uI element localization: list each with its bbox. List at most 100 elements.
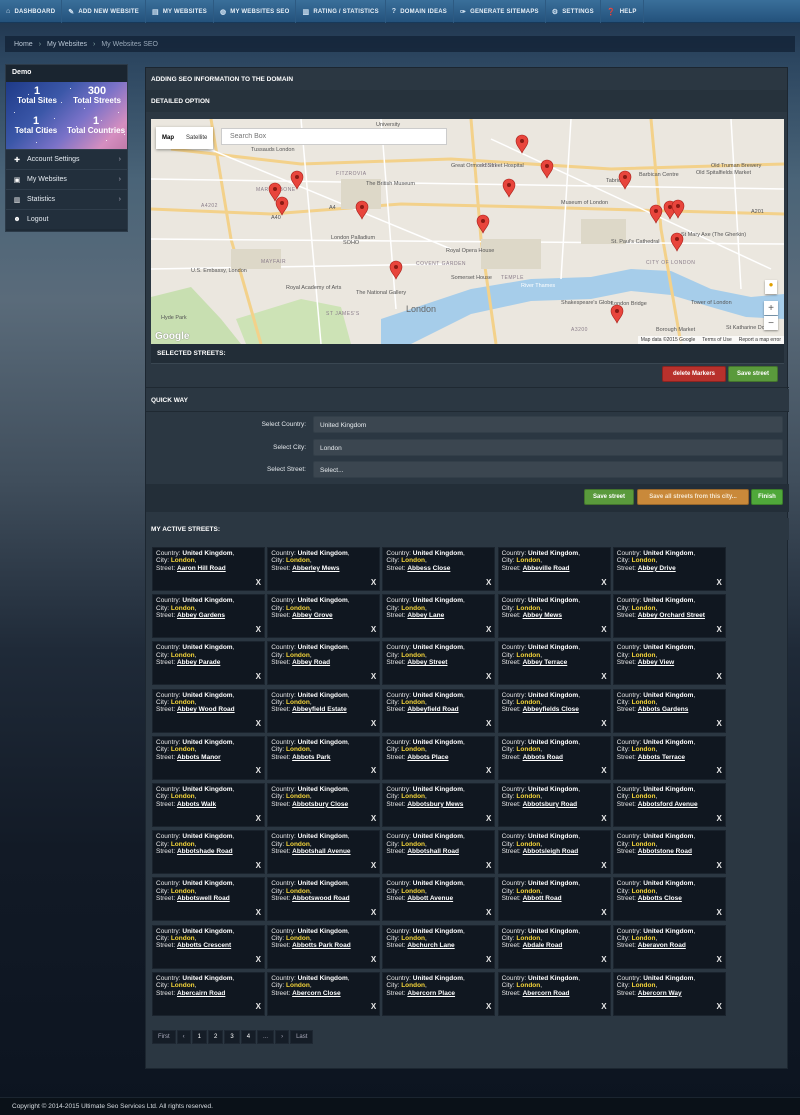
street-link[interactable]: Abbots Gardens: [638, 706, 689, 713]
sidebar-item-statistics[interactable]: ▥ Statistics ›: [6, 189, 127, 209]
map-search-input[interactable]: [221, 128, 447, 145]
remove-street-button[interactable]: X: [716, 672, 721, 680]
pagination-item[interactable]: ...: [257, 1030, 275, 1044]
remove-street-button[interactable]: X: [371, 625, 376, 633]
map[interactable]: University Tussauds London FITZROVIA Great …: [151, 119, 784, 344]
remove-street-button[interactable]: X: [256, 767, 261, 775]
street-view-pegman-icon[interactable]: ●: [765, 280, 777, 294]
sidebar-item-account-settings[interactable]: ✚ Account Settings ›: [6, 149, 127, 169]
remove-street-button[interactable]: X: [371, 1003, 376, 1011]
nav-item-rating-statistics[interactable]: ▥ RATING / STATISTICS: [296, 0, 386, 23]
street-link[interactable]: Abchurch Lane: [407, 942, 454, 949]
remove-street-button[interactable]: X: [256, 578, 261, 586]
street-link[interactable]: Aaron Hill Road: [177, 565, 226, 572]
street-link[interactable]: Abbots Manor: [177, 754, 221, 761]
remove-street-button[interactable]: X: [486, 908, 491, 916]
street-link[interactable]: Abbotstone Road: [638, 848, 692, 855]
street-link[interactable]: Abbott Road: [523, 895, 562, 902]
delete-markers-button[interactable]: delete Markers: [662, 366, 726, 382]
street-link[interactable]: Abbotts Crescent: [177, 942, 231, 949]
street-link[interactable]: Abbey Lane: [407, 612, 444, 619]
remove-street-button[interactable]: X: [601, 672, 606, 680]
breadcrumb-home[interactable]: Home: [14, 41, 33, 48]
street-link[interactable]: Abbey Street: [407, 659, 447, 666]
nav-item-my-websites[interactable]: ▤ MY WEBSITES: [146, 0, 214, 23]
street-link[interactable]: Abdale Road: [523, 942, 563, 949]
remove-street-button[interactable]: X: [256, 672, 261, 680]
street-link[interactable]: Abbey Parade: [177, 659, 220, 666]
street-link[interactable]: Abbeyfield Road: [407, 706, 458, 713]
pagination-item[interactable]: 1: [191, 1030, 208, 1044]
sidebar-item-logout[interactable]: ☻ Logout: [6, 209, 127, 229]
save-street-button[interactable]: Save street: [584, 489, 634, 505]
map-report-link[interactable]: Report a map error: [739, 337, 781, 343]
remove-street-button[interactable]: X: [256, 719, 261, 727]
remove-street-button[interactable]: X: [256, 908, 261, 916]
street-link[interactable]: Abbey View: [638, 659, 674, 666]
street-link[interactable]: Abbots Park: [292, 754, 330, 761]
remove-street-button[interactable]: X: [601, 578, 606, 586]
street-link[interactable]: Abbott Avenue: [407, 895, 453, 902]
remove-street-button[interactable]: X: [371, 719, 376, 727]
street-link[interactable]: Abbotshall Avenue: [292, 848, 350, 855]
street-link[interactable]: Abercorn Way: [638, 990, 682, 997]
pagination-item[interactable]: Last: [290, 1030, 314, 1044]
pagination-item[interactable]: 3: [224, 1030, 240, 1044]
remove-street-button[interactable]: X: [371, 672, 376, 680]
street-link[interactable]: Abbey Grove: [292, 612, 332, 619]
remove-street-button[interactable]: X: [716, 625, 721, 633]
remove-street-button[interactable]: X: [716, 908, 721, 916]
street-link[interactable]: Abbotshall Road: [407, 848, 459, 855]
street-link[interactable]: Abercorn Place: [407, 990, 455, 997]
pagination-item[interactable]: 2: [208, 1030, 224, 1044]
remove-street-button[interactable]: X: [486, 861, 491, 869]
remove-street-button[interactable]: X: [486, 1003, 491, 1011]
nav-item-settings[interactable]: ⚙ SETTINGS: [546, 0, 601, 23]
country-select[interactable]: United Kingdom: [313, 416, 783, 433]
remove-street-button[interactable]: X: [716, 767, 721, 775]
map-type-map[interactable]: Map: [156, 127, 180, 149]
remove-street-button[interactable]: X: [256, 1003, 261, 1011]
nav-item-dashboard[interactable]: ⌂ DASHBOARD: [0, 0, 63, 23]
street-link[interactable]: Abbots Walk: [177, 801, 216, 808]
zoom-in-button[interactable]: +: [764, 301, 778, 315]
remove-street-button[interactable]: X: [601, 719, 606, 727]
street-link[interactable]: Abbots Terrace: [638, 754, 685, 761]
pagination-item[interactable]: ›: [275, 1030, 290, 1044]
street-link[interactable]: Abberley Mews: [292, 565, 339, 572]
street-link[interactable]: Abbey Terrace: [523, 659, 568, 666]
remove-street-button[interactable]: X: [486, 672, 491, 680]
street-link[interactable]: Abbotswell Road: [177, 895, 230, 902]
street-link[interactable]: Abbess Close: [407, 565, 450, 572]
remove-street-button[interactable]: X: [486, 625, 491, 633]
street-link[interactable]: Abercorn Road: [523, 990, 570, 997]
street-link[interactable]: Abbotshade Road: [177, 848, 233, 855]
street-link[interactable]: Abbotsbury Road: [523, 801, 578, 808]
remove-street-button[interactable]: X: [371, 767, 376, 775]
remove-street-button[interactable]: X: [601, 1003, 606, 1011]
remove-street-button[interactable]: X: [716, 814, 721, 822]
street-link[interactable]: Abbots Place: [407, 754, 448, 761]
remove-street-button[interactable]: X: [256, 861, 261, 869]
street-link[interactable]: Abbotts Close: [638, 895, 682, 902]
street-link[interactable]: Abbeyfields Close: [523, 706, 579, 713]
remove-street-button[interactable]: X: [716, 955, 721, 963]
remove-street-button[interactable]: X: [601, 625, 606, 633]
map-terms-link[interactable]: Terms of Use: [702, 337, 731, 343]
street-link[interactable]: Abbotsbury Close: [292, 801, 348, 808]
map-canvas[interactable]: UniversityTussauds LondonFITZROVIAGreat …: [151, 119, 784, 344]
save-all-streets-button[interactable]: Save all streets from this city...: [637, 489, 749, 505]
remove-street-button[interactable]: X: [486, 814, 491, 822]
remove-street-button[interactable]: X: [601, 861, 606, 869]
remove-street-button[interactable]: X: [486, 719, 491, 727]
zoom-out-button[interactable]: −: [764, 316, 778, 330]
remove-street-button[interactable]: X: [716, 1003, 721, 1011]
remove-street-button[interactable]: X: [601, 955, 606, 963]
remove-street-button[interactable]: X: [486, 767, 491, 775]
remove-street-button[interactable]: X: [716, 578, 721, 586]
street-link[interactable]: Abbey Road: [292, 659, 330, 666]
map-type-satellite[interactable]: Satellite: [180, 127, 213, 149]
remove-street-button[interactable]: X: [256, 814, 261, 822]
nav-item-generate-sitemaps[interactable]: ✑ GENERATE SITEMAPS: [454, 0, 546, 23]
street-link[interactable]: Abbotts Park Road: [292, 942, 351, 949]
